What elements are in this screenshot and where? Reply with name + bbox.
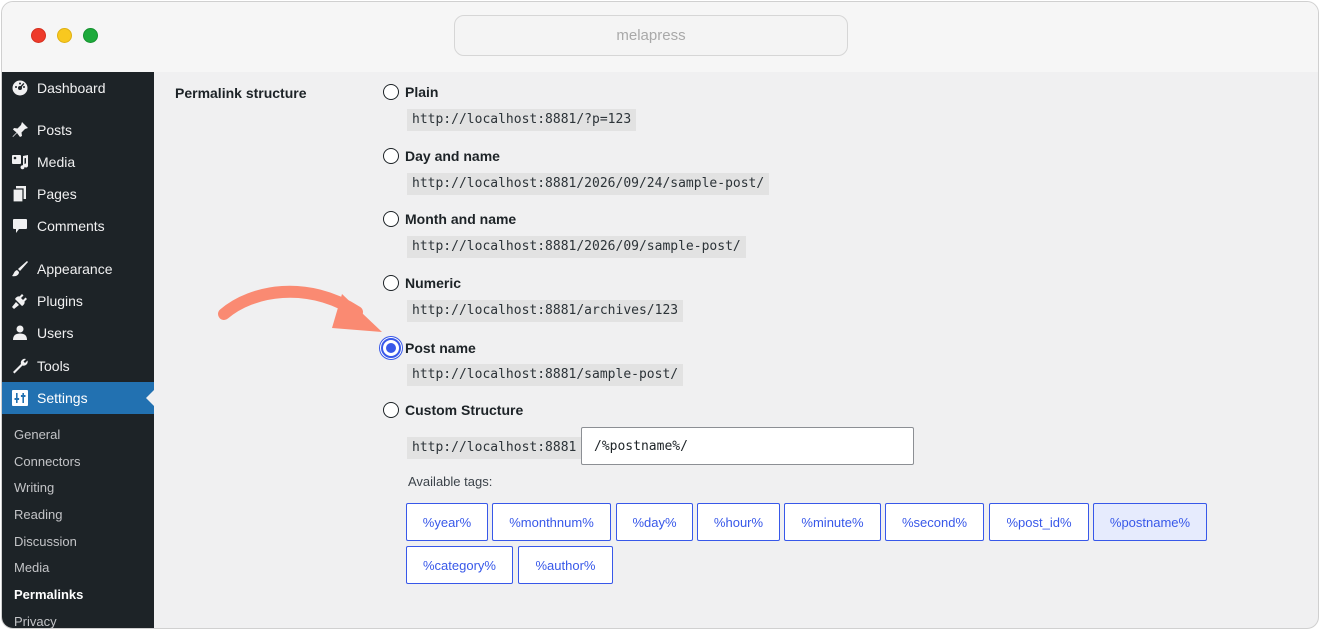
- sidebar-item-media[interactable]: Media: [2, 146, 154, 178]
- option-day-and-name[interactable]: Day and name: [383, 148, 500, 164]
- dashboard-icon: [11, 79, 29, 97]
- tag-minute-button[interactable]: %minute%: [784, 503, 881, 541]
- submenu-privacy[interactable]: Privacy: [14, 614, 57, 628]
- option-label: Custom Structure: [405, 402, 524, 418]
- example-url: http://localhost:8881/?p=123: [407, 109, 637, 131]
- option-label: Month and name: [405, 211, 517, 227]
- available-tags-label: Available tags:: [408, 474, 493, 489]
- sidebar-item-label: Pages: [37, 186, 77, 202]
- tag-day-button[interactable]: %day%: [616, 503, 693, 541]
- media-icon: [11, 153, 29, 171]
- option-plain[interactable]: Plain: [383, 84, 438, 100]
- submenu-connectors[interactable]: Connectors: [14, 454, 80, 469]
- minimize-window-button[interactable]: [57, 28, 72, 43]
- settings-icon: [11, 389, 29, 407]
- wrench-icon: [11, 357, 29, 375]
- sidebar-item-posts[interactable]: Posts: [2, 114, 154, 146]
- sidebar-item-label: Comments: [37, 218, 105, 234]
- tag-hour-button[interactable]: %hour%: [697, 503, 780, 541]
- option-label: Day and name: [405, 148, 500, 164]
- sidebar-item-label: Media: [37, 154, 76, 170]
- custom-base-url: http://localhost:8881: [407, 437, 582, 459]
- tag-year-button[interactable]: %year%: [406, 503, 488, 541]
- sidebar-item-label: Appearance: [37, 261, 113, 277]
- sidebar-item-tools[interactable]: Tools: [2, 350, 154, 382]
- option-custom-structure[interactable]: Custom Structure: [383, 402, 523, 418]
- submenu-writing[interactable]: Writing: [14, 480, 54, 495]
- pin-icon: [11, 121, 29, 139]
- sidebar-item-label: Posts: [37, 122, 73, 138]
- option-label: Post name: [405, 340, 476, 356]
- tag-monthnum-button[interactable]: %monthnum%: [492, 503, 611, 541]
- browser-window: melapress Dashboard Posts Media Pages Co…: [1, 1, 1319, 629]
- custom-structure-input[interactable]: /%postname%/: [581, 427, 914, 465]
- radio-custom-structure[interactable]: [383, 402, 399, 418]
- tag-post-id-button[interactable]: %post_id%: [989, 503, 1089, 541]
- maximize-window-button[interactable]: [83, 28, 98, 43]
- option-numeric[interactable]: Numeric: [383, 275, 461, 291]
- sidebar-item-users[interactable]: Users: [2, 317, 154, 349]
- tag-author-button[interactable]: %author%: [518, 546, 613, 584]
- radio-day-and-name[interactable]: [383, 148, 399, 164]
- annotation-arrow-icon: [218, 285, 382, 332]
- tag-second-button[interactable]: %second%: [885, 503, 984, 541]
- sidebar-item-dashboard[interactable]: Dashboard: [2, 72, 154, 104]
- radio-plain[interactable]: [383, 84, 399, 100]
- sidebar-item-label: Dashboard: [37, 80, 106, 96]
- title-bar: melapress: [2, 2, 1318, 72]
- tag-postname-button[interactable]: %postname%: [1093, 503, 1207, 541]
- user-icon: [11, 324, 29, 342]
- example-url: http://localhost:8881/archives/123: [407, 300, 684, 322]
- sidebar-item-comments[interactable]: Comments: [2, 210, 154, 242]
- sidebar-item-label: Settings: [37, 390, 88, 406]
- option-month-and-name[interactable]: Month and name: [383, 211, 516, 227]
- permalink-structure-label: Permalink structure: [175, 85, 307, 101]
- submenu-permalinks[interactable]: Permalinks: [14, 587, 83, 602]
- pages-icon: [11, 185, 29, 203]
- option-label: Plain: [405, 84, 439, 100]
- comment-icon: [11, 217, 29, 235]
- sidebar-item-appearance[interactable]: Appearance: [2, 253, 154, 285]
- close-window-button[interactable]: [31, 28, 46, 43]
- admin-sidebar: Dashboard Posts Media Pages Comments App…: [2, 72, 154, 628]
- example-url: http://localhost:8881/2026/09/sample-pos…: [407, 236, 746, 258]
- brush-icon: [11, 260, 29, 278]
- sidebar-item-settings[interactable]: Settings: [2, 382, 154, 414]
- example-url: http://localhost:8881/2026/09/24/sample-…: [407, 173, 770, 195]
- example-url: http://localhost:8881/sample-post/: [407, 364, 684, 386]
- sidebar-item-label: Plugins: [37, 293, 83, 309]
- submenu-general[interactable]: General: [14, 427, 60, 442]
- submenu-discussion[interactable]: Discussion: [14, 534, 77, 549]
- submenu-reading[interactable]: Reading: [14, 507, 62, 522]
- sidebar-item-pages[interactable]: Pages: [2, 178, 154, 210]
- plugin-icon: [11, 292, 29, 310]
- sidebar-item-label: Users: [37, 325, 74, 341]
- address-bar[interactable]: melapress: [454, 15, 848, 56]
- sidebar-item-plugins[interactable]: Plugins: [2, 285, 154, 317]
- option-label: Numeric: [405, 275, 462, 291]
- radio-month-and-name[interactable]: [383, 211, 399, 227]
- option-post-name[interactable]: Post name: [381, 338, 476, 358]
- submenu-media[interactable]: Media: [14, 560, 49, 575]
- tag-category-button[interactable]: %category%: [406, 546, 513, 584]
- sidebar-item-label: Tools: [37, 358, 70, 374]
